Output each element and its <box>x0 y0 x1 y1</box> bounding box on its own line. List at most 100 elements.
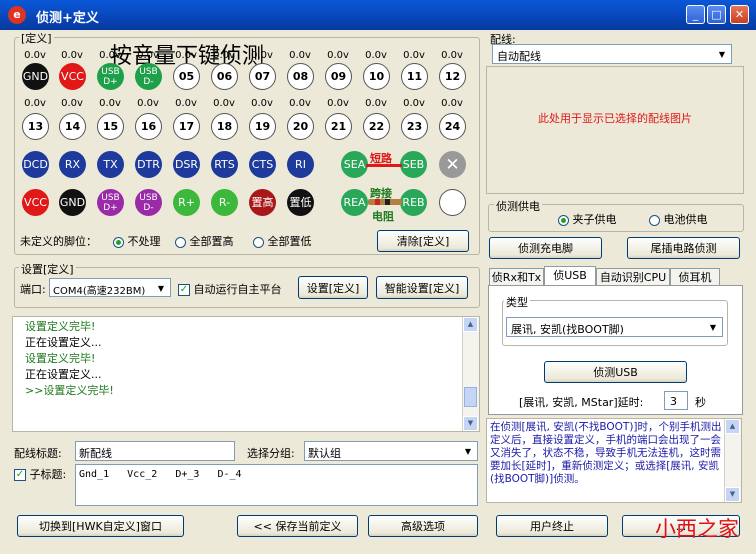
type-select[interactable]: 展讯, 安凯(找BOOT脚) ▼ <box>506 317 723 337</box>
pin-08[interactable]: 08 <box>287 63 314 90</box>
pin-dtr[interactable]: DTR <box>135 151 162 178</box>
radio-all-low[interactable]: 全部置低 <box>253 233 312 249</box>
tab-earphone[interactable]: 侦耳机 <box>670 268 720 286</box>
power-battery-dot[interactable] <box>649 214 660 226</box>
pin-r4-8[interactable]: REA <box>341 189 368 216</box>
power-battery-radio[interactable]: 电池供电 <box>649 211 708 227</box>
detect-usb-button[interactable]: 侦测USB <box>544 361 687 383</box>
pin-20[interactable]: 20 <box>287 113 314 140</box>
pin-13[interactable]: 13 <box>22 113 49 140</box>
clear-define-button[interactable]: 清除[定义] <box>377 230 469 252</box>
scroll-up-icon[interactable]: ▲ <box>725 419 740 434</box>
subtitle-input[interactable]: Gnd_1 Vcc_2 D+_3 D-_4 <box>75 464 478 506</box>
pin-14[interactable]: 14 <box>59 113 86 140</box>
wiring-select[interactable]: 自动配线 ▼ <box>492 44 732 64</box>
pin-tx[interactable]: TX <box>97 151 124 178</box>
type-group-title: 类型 <box>504 294 530 310</box>
pin-cts[interactable]: CTS <box>249 151 276 178</box>
chevron-down-icon[interactable]: ▼ <box>705 319 721 335</box>
pin-r4-6[interactable]: 置高 <box>249 189 276 216</box>
pin-rx[interactable]: RX <box>59 151 86 178</box>
group-select[interactable]: 默认组 ▼ <box>304 441 478 461</box>
tail-detect-button[interactable]: 尾插电路侦测 <box>627 237 740 259</box>
info-textbox[interactable]: 在侦测[展讯, 安凯(不找BOOT)]时，个别手机测出定义后，直接设置定义，手机… <box>486 418 742 503</box>
clear-pin-icon[interactable]: ✕ <box>439 151 466 178</box>
chevron-down-icon[interactable]: ▼ <box>460 443 476 459</box>
pin-r4-2[interactable]: USB D+ <box>97 189 124 216</box>
radio-all-low-dot[interactable] <box>253 236 264 248</box>
pin-24[interactable]: 24 <box>439 113 466 140</box>
pin-11[interactable]: 11 <box>401 63 428 90</box>
auto-run-checkbox[interactable]: ✓ 自动运行自主平台 <box>178 281 282 297</box>
pin-usb-d+[interactable]: USB D+ <box>97 63 124 90</box>
pin-10[interactable]: 10 <box>363 63 390 90</box>
save-define-button[interactable]: << 保存当前定义 <box>237 515 358 537</box>
close-button[interactable]: ✕ <box>730 5 749 24</box>
pin-06[interactable]: 06 <box>211 63 238 90</box>
pin-rts[interactable]: RTS <box>211 151 238 178</box>
pin-r4-3[interactable]: USB D- <box>135 189 162 216</box>
pin-usb-d-[interactable]: USB D- <box>135 63 162 90</box>
power-clip-radio[interactable]: 夹子供电 <box>558 211 617 227</box>
pin-07[interactable]: 07 <box>249 63 276 90</box>
pin-17[interactable]: 17 <box>173 113 200 140</box>
power-clip-dot[interactable] <box>558 214 569 226</box>
info-scrollbar[interactable]: ▲ ▼ <box>724 419 741 502</box>
tab-rx-tx[interactable]: 侦Rx和Tx <box>489 268 544 286</box>
user-stop-button[interactable]: 用户终止 <box>496 515 608 537</box>
scroll-up-icon[interactable]: ▲ <box>463 317 478 332</box>
title-bar[interactable]: e 侦测+定义 _ □ ✕ <box>0 0 756 30</box>
set-define-button[interactable]: 设置[定义] <box>298 276 368 299</box>
pin-22[interactable]: 22 <box>363 113 390 140</box>
pin-15[interactable]: 15 <box>97 113 124 140</box>
pin-21[interactable]: 21 <box>325 113 352 140</box>
pin-19[interactable]: 19 <box>249 113 276 140</box>
pin-09[interactable]: 09 <box>325 63 352 90</box>
tab-usb[interactable]: 侦USB <box>544 266 596 286</box>
pin-r4-1[interactable]: GND <box>59 189 86 216</box>
advanced-options-button[interactable]: 高级选项 <box>368 515 478 537</box>
chevron-down-icon[interactable]: ▼ <box>153 280 169 296</box>
delay-input[interactable]: 3 <box>664 391 688 410</box>
pin-r4-9[interactable]: REB <box>400 189 427 216</box>
radio-ignore[interactable]: 不处理 <box>113 233 161 249</box>
detect-charge-button[interactable]: 侦测充电脚 <box>489 237 602 259</box>
switch-window-button[interactable]: 切换到[HWK自定义]窗口 <box>17 515 184 537</box>
port-select[interactable]: COM4(高速232BM) ▼ <box>49 278 171 297</box>
pin-12[interactable]: 12 <box>439 63 466 90</box>
pin-r4-0[interactable]: VCC <box>22 189 49 216</box>
tab-auto-cpu[interactable]: 自动识别CPU <box>596 268 670 286</box>
pin-voltage-r2-4: 0.0v <box>175 98 197 109</box>
scroll-thumb[interactable] <box>464 387 477 407</box>
subtitle-check-icon[interactable]: ✓ <box>14 469 26 481</box>
pin-05[interactable]: 05 <box>173 63 200 90</box>
smart-set-button[interactable]: 智能设置[定义] <box>376 276 468 299</box>
radio-all-high[interactable]: 全部置高 <box>175 233 234 249</box>
pin-16[interactable]: 16 <box>135 113 162 140</box>
maximize-button[interactable]: □ <box>707 5 726 24</box>
scroll-down-icon[interactable]: ▼ <box>463 416 478 431</box>
wiring-title-input[interactable]: 新配线 <box>75 441 235 461</box>
pin-seb[interactable]: SEB <box>400 151 427 178</box>
pin-dsr[interactable]: DSR <box>173 151 200 178</box>
pin-r4-4[interactable]: R+ <box>173 189 200 216</box>
log-scrollbar[interactable]: ▲ ▼ <box>462 317 479 431</box>
auto-run-check-icon[interactable]: ✓ <box>178 284 190 296</box>
radio-all-high-dot[interactable] <box>175 236 186 248</box>
pin-vcc[interactable]: VCC <box>59 63 86 90</box>
minimize-button[interactable]: _ <box>686 5 705 24</box>
pin-ri[interactable]: RI <box>287 151 314 178</box>
subtitle-checkbox[interactable]: ✓ 子标题: <box>14 466 66 482</box>
pin-r4-5[interactable]: R- <box>211 189 238 216</box>
empty-pin-icon[interactable] <box>439 189 466 216</box>
radio-ignore-dot[interactable] <box>113 236 124 248</box>
scroll-down-icon[interactable]: ▼ <box>725 487 740 502</box>
pin-23[interactable]: 23 <box>401 113 428 140</box>
chevron-down-icon[interactable]: ▼ <box>714 46 730 62</box>
pin-dcd[interactable]: DCD <box>22 151 49 178</box>
pin-sea[interactable]: SEA <box>341 151 368 178</box>
pin-gnd[interactable]: GND <box>22 63 49 90</box>
pin-r4-7[interactable]: 置低 <box>287 189 314 216</box>
log-area[interactable]: 设置定义完毕! 正在设置定义... 设置定义完毕! 正在设置定义... >>设置定义完毕… <box>12 316 480 432</box>
pin-18[interactable]: 18 <box>211 113 238 140</box>
